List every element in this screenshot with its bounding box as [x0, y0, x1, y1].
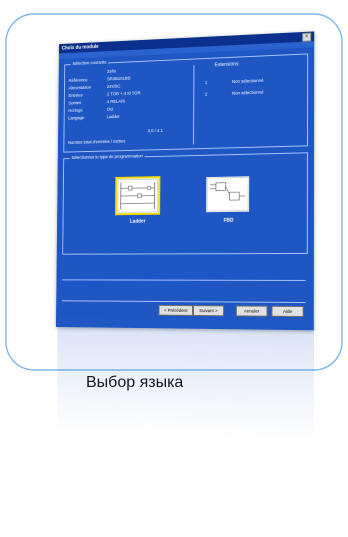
field-value: Ladder — [107, 114, 120, 119]
fbd-diagram-icon — [206, 176, 249, 212]
dialog-reflection — [58, 317, 314, 440]
current-selection-group: Sélection courante Zelio Référence SR3B1… — [63, 53, 308, 152]
divider — [62, 300, 306, 303]
field-label: Sorties — [68, 100, 81, 105]
ladder-diagram-icon — [117, 178, 159, 213]
fbd-option[interactable] — [206, 176, 249, 212]
fbd-label: FBD — [224, 218, 234, 224]
field-value: 2 TOR + 4 I0 TOR — [107, 90, 141, 96]
io-total-label: Nombre total d'entrées / sorties — [68, 139, 125, 145]
next-button[interactable]: Suivant > — [193, 305, 224, 316]
help-button[interactable]: Aide — [271, 306, 303, 317]
extension-value: Non sélectionné — [232, 78, 264, 84]
field-label: Référence — [69, 77, 88, 82]
field-label: Langage — [68, 115, 84, 120]
field-value: SR3B101BD — [107, 76, 131, 82]
previous-button[interactable]: < Précédent — [158, 305, 193, 316]
current-selection-title: Sélection courante — [71, 60, 109, 66]
field-label: Entrées — [68, 93, 82, 98]
version-value: 3.0 / 4.1 — [148, 128, 163, 133]
extension-index: 2 — [205, 92, 207, 97]
screenshot-view: Choix du module × Sélection courante Zel… — [0, 0, 348, 537]
ladder-option[interactable] — [117, 178, 159, 213]
cancel-button[interactable]: Annuler — [236, 305, 268, 316]
extension-value: Non sélectionné — [232, 90, 264, 96]
extension-index: 1 — [205, 80, 207, 85]
close-icon[interactable]: × — [302, 32, 311, 41]
field-label: Horloge — [68, 108, 82, 113]
field-value: 24VDC — [107, 84, 120, 89]
module-dialog: Choix du module × Sélection courante Zel… — [56, 31, 314, 330]
programming-type-title: Sélectionner le type de programmation — [70, 153, 145, 160]
divider — [193, 65, 194, 144]
field-value: 4 RELAIS — [107, 99, 125, 104]
programming-type-group: Sélectionner le type de programmation La… — [62, 152, 308, 254]
extensions-title: Extensions — [215, 61, 239, 68]
field-label: Alimentation — [69, 85, 92, 91]
ladder-label: Ladder — [130, 219, 146, 225]
field-value: Zelio — [107, 69, 116, 74]
field-value: Oui — [107, 107, 114, 112]
divider — [62, 279, 306, 281]
dialog-title: Choix du module — [62, 44, 99, 51]
